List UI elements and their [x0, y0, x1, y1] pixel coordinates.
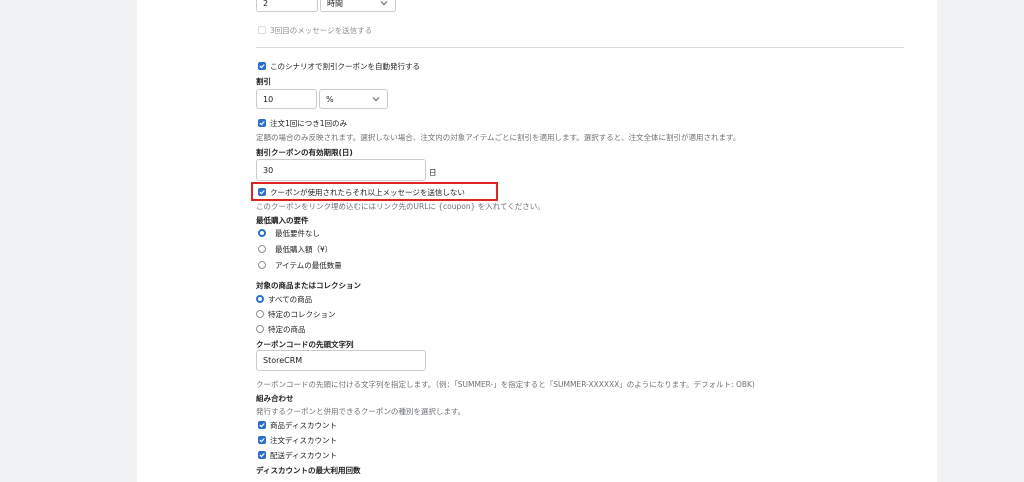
prefix-input[interactable]: StoreCRM	[256, 350, 426, 371]
auto-issue-label: このシナリオで割引クーポンを自動発行する	[270, 62, 420, 71]
stop-after-use-label: クーポンが使用されたらそれ以上メッセージを送信しない	[270, 188, 465, 197]
prefix-value: StoreCRM	[263, 356, 303, 365]
checkmark-icon	[259, 438, 265, 443]
once-per-order-help: 定額の場合のみ反映されます。選択しない場合、注文内の対象アイテムごとに割引を適用…	[256, 133, 741, 142]
target-label-all: すべての商品	[268, 295, 313, 304]
combo-order-label: 注文ディスカウント	[270, 436, 337, 445]
target-heading: 対象の商品またはコレクション	[256, 281, 361, 290]
validity-input[interactable]: 30	[256, 159, 426, 181]
target-radio-product[interactable]	[256, 325, 264, 333]
checkmark-icon	[259, 121, 265, 126]
min-req-label-amount: 最低購入額（¥）	[275, 245, 333, 254]
target-label-product: 特定の商品	[268, 325, 306, 334]
min-req-label-quantity: アイテムの最低数量	[275, 261, 342, 270]
hours-unit-value: 時間	[327, 0, 343, 8]
validity-heading: 割引クーポンの有効期限(日)	[256, 148, 353, 157]
chevron-down-icon	[380, 1, 388, 6]
combo-product-checkbox[interactable]	[258, 421, 266, 429]
checkmark-icon	[259, 423, 265, 428]
combo-order-checkbox[interactable]	[258, 436, 266, 444]
section-divider	[256, 47, 904, 48]
stop-after-use-checkbox[interactable]	[258, 188, 266, 196]
discount-unit-select[interactable]: %	[319, 89, 388, 109]
hours-value: 2	[263, 0, 269, 8]
prefix-help: クーポンコードの先頭に付ける文字列を指定します。（例：「SUMMER-」を指定す…	[256, 380, 755, 389]
checkmark-icon	[259, 190, 265, 195]
validity-unit: 日	[429, 168, 437, 177]
once-per-order-checkbox[interactable]	[258, 119, 266, 127]
max-usage-heading: ディスカウントの最大利用回数	[256, 466, 361, 475]
discount-value: 10	[263, 94, 274, 104]
checkmark-icon	[259, 453, 265, 458]
hours-input[interactable]: 2	[256, 0, 318, 12]
min-req-radio-quantity[interactable]	[258, 261, 266, 269]
auto-issue-checkbox[interactable]	[258, 62, 266, 70]
left-background	[0, 0, 137, 482]
coupon-link-help: このクーポンをリンク埋め込むにはリンク先のURLに {coupon} を入れてく…	[256, 202, 545, 211]
checkmark-icon	[259, 64, 265, 69]
combo-shipping-label: 配送ディスカウント	[270, 451, 337, 460]
combo-product-label: 商品ディスカウント	[270, 421, 337, 430]
third-message-label: 3回目のメッセージを送信する	[270, 26, 373, 35]
min-req-radio-none[interactable]	[258, 229, 266, 237]
hours-unit-select[interactable]: 時間	[320, 0, 396, 12]
combo-heading: 組み合わせ	[256, 394, 294, 403]
min-req-radio-amount[interactable]	[258, 245, 266, 253]
discount-heading: 割引	[256, 77, 271, 86]
validity-value: 30	[263, 165, 274, 175]
third-message-checkbox[interactable]	[258, 26, 266, 34]
target-label-collection: 特定のコレクション	[268, 310, 336, 319]
min-requirement-heading: 最低購入の要件	[256, 216, 309, 225]
right-background	[937, 0, 1024, 482]
min-req-label-none: 最低要件なし	[275, 229, 320, 238]
combo-help: 発行するクーポンと併用できるクーポンの種別を選択します。	[256, 407, 466, 416]
target-radio-collection[interactable]	[256, 310, 264, 318]
target-radio-all[interactable]	[256, 295, 264, 303]
prefix-heading: クーポンコードの先頭文字列	[256, 340, 354, 349]
discount-unit-value: %	[326, 94, 334, 104]
combo-shipping-checkbox[interactable]	[258, 451, 266, 459]
once-per-order-label: 注文1回につき1回のみ	[270, 119, 348, 128]
discount-input[interactable]: 10	[256, 89, 317, 109]
chevron-down-icon	[372, 97, 380, 102]
